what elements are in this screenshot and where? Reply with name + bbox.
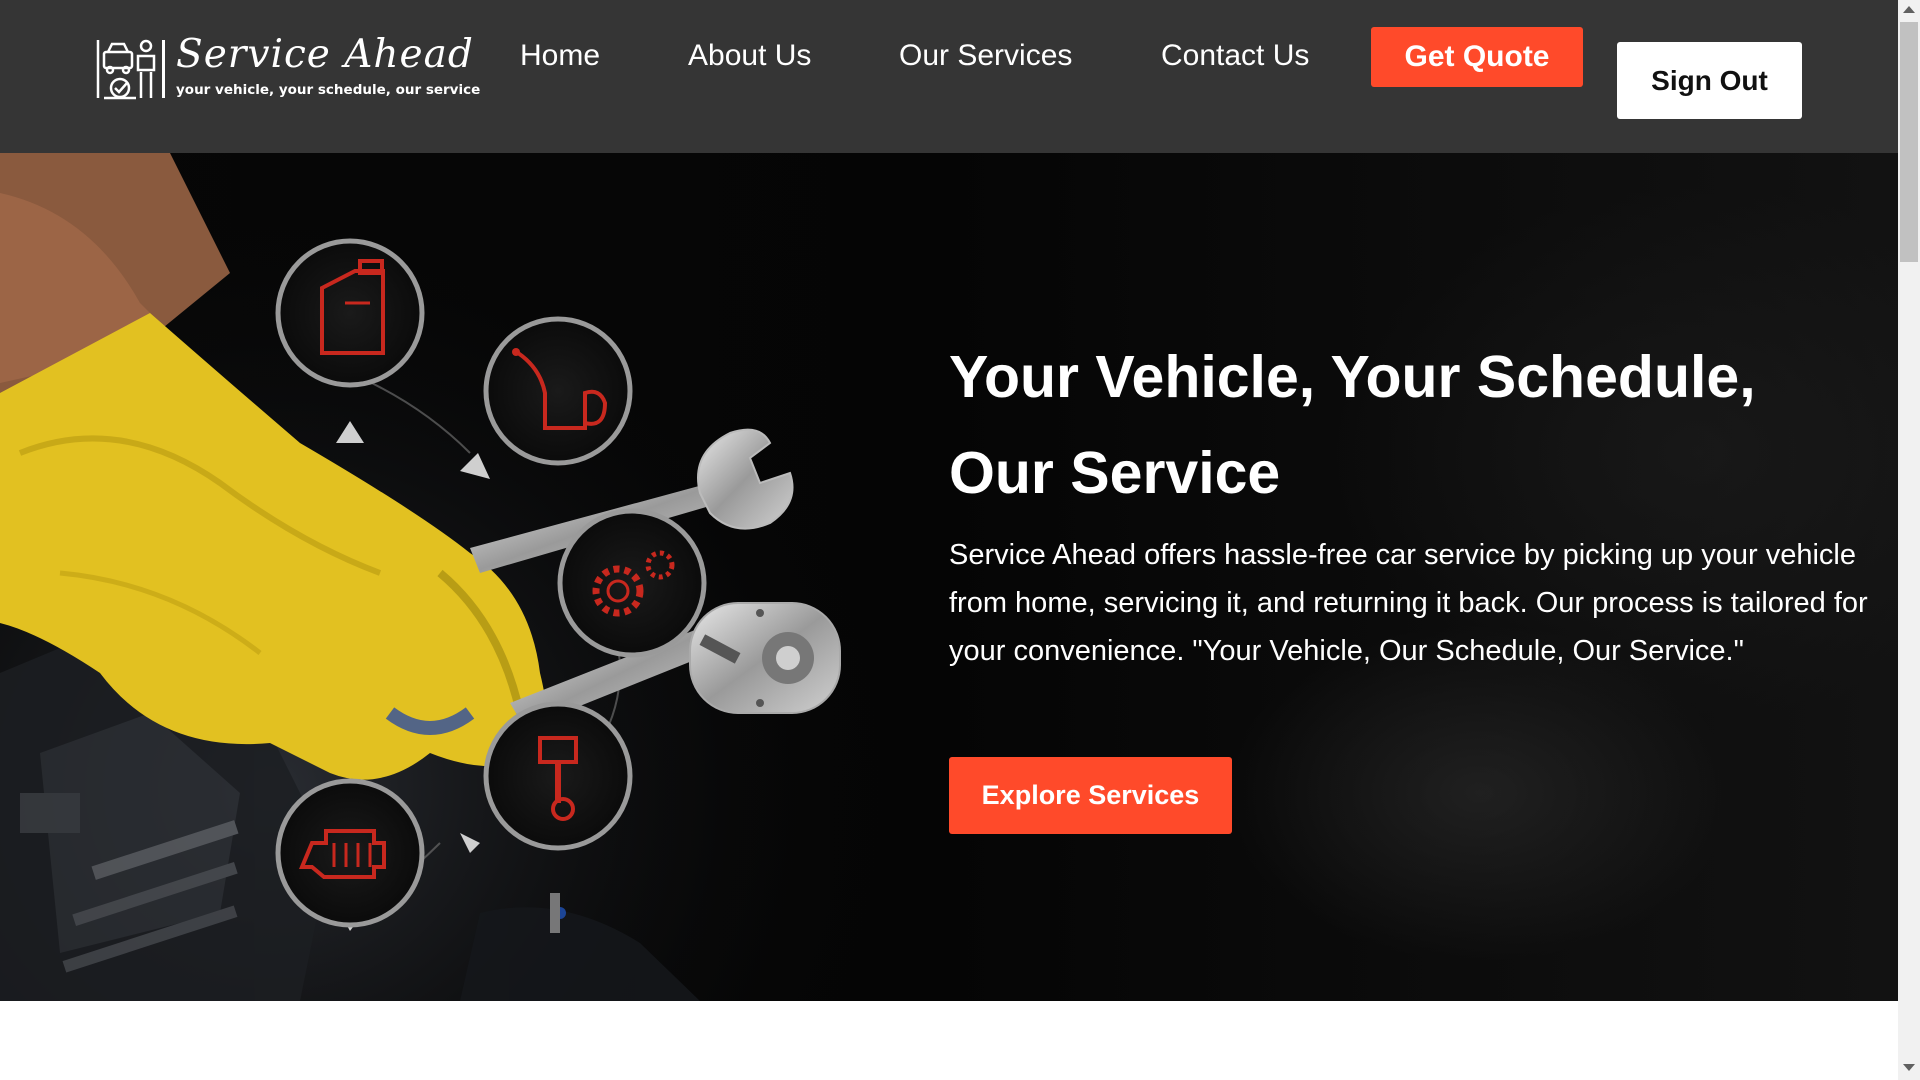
sign-out-button[interactable]: Sign Out <box>1617 42 1802 119</box>
mechanic-logo-icon <box>96 39 156 100</box>
nav-about-us[interactable]: About Us <box>688 38 811 74</box>
brand-name: Service Ahead <box>176 32 474 77</box>
scroll-down-arrow-icon[interactable] <box>1903 1064 1915 1071</box>
get-quote-button[interactable]: Get Quote <box>1371 27 1583 87</box>
explore-services-button[interactable]: Explore Services <box>949 757 1232 834</box>
logo-divider <box>162 40 165 98</box>
nav-contact-us[interactable]: Contact Us <box>1161 38 1309 74</box>
engine-icon <box>275 778 425 928</box>
hero-title: Your Vehicle, Your Schedule, Our Service <box>949 344 1756 506</box>
hero-mechanic-illustration <box>0 153 900 1001</box>
hero-description: Service Ahead offers hassle-free car ser… <box>949 539 1868 667</box>
nav-home[interactable]: Home <box>520 38 600 74</box>
scrollbar-thumb[interactable] <box>1900 22 1918 262</box>
oil-pitcher-icon <box>483 316 633 466</box>
hero-section: Your Vehicle, Your Schedule, Our Service… <box>0 153 1898 1001</box>
brand-tagline: your vehicle, your schedule, our service <box>176 82 481 98</box>
brand-logo[interactable]: Service Ahead your vehicle, your schedul… <box>96 32 480 102</box>
scroll-up-arrow-icon[interactable] <box>1903 6 1915 13</box>
gears-icon <box>557 508 707 658</box>
nav-our-services[interactable]: Our Services <box>899 38 1072 74</box>
navbar: Service Ahead your vehicle, your schedul… <box>0 0 1898 153</box>
oil-can-icon <box>275 238 425 388</box>
piston-icon <box>483 701 633 851</box>
page-scrollbar[interactable] <box>1898 0 1920 1080</box>
